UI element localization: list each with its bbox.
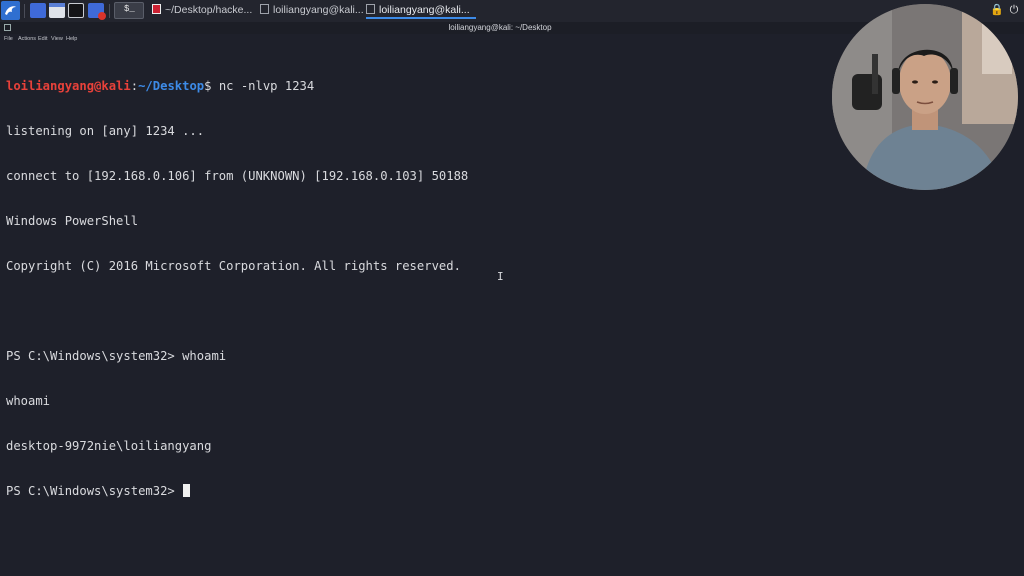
top-taskbar: ~/Desktop/hacke... loiliangyang@kali... …: [0, 0, 1024, 23]
taskbar-separator: [109, 4, 110, 18]
task-label: loiliangyang@kali...: [379, 4, 470, 16]
terminal-launcher-button[interactable]: [114, 2, 144, 19]
taskbar-separator: [24, 4, 25, 18]
power-icon[interactable]: ⏻: [1008, 4, 1020, 16]
webcam-overlay: [832, 4, 1018, 190]
task-terminal-1[interactable]: loiliangyang@kali...: [260, 2, 364, 19]
menu-edit[interactable]: Edit: [38, 34, 47, 44]
menu-file[interactable]: File: [4, 34, 13, 44]
window-icon: [260, 4, 269, 14]
terminal-icon[interactable]: [68, 3, 84, 18]
window-title: loiliangyang@kali: ~/Desktop: [448, 23, 552, 32]
terminal-input-line[interactable]: PS C:\Windows\system32>: [6, 484, 1016, 499]
mouse-ibeam-cursor-icon: I: [497, 270, 504, 283]
powershell-prompt: PS C:\Windows\system32>: [6, 484, 183, 498]
terminal-line: whoami: [6, 394, 51, 408]
terminal-line: desktop-9972nie\loiliangyang: [6, 439, 212, 453]
lock-icon[interactable]: 🔒: [990, 4, 1004, 16]
prompt-separator: :: [130, 79, 139, 93]
workspace-icon[interactable]: [30, 3, 46, 18]
terminal-line: connect to [192.168.0.106] from (UNKNOWN…: [6, 169, 469, 183]
terminal-line: Windows PowerShell: [6, 214, 139, 228]
prompt-command: nc -nlvp 1234: [211, 79, 315, 93]
task-label: loiliangyang@kali...: [273, 4, 364, 16]
menu-actions[interactable]: Actions: [18, 34, 36, 44]
file-manager-icon[interactable]: [49, 3, 65, 18]
document-icon: [152, 4, 161, 14]
window-icon: [366, 4, 375, 14]
terminal-line: PS C:\Windows\system32> whoami: [6, 349, 227, 363]
task-label: ~/Desktop/hacke...: [165, 4, 253, 16]
terminal-line: Copyright (C) 2016 Microsoft Corporation…: [6, 259, 461, 273]
browser-icon[interactable]: [88, 3, 106, 20]
text-cursor: [183, 484, 191, 497]
prompt-path: ~/Desktop: [138, 79, 205, 93]
task-terminal-2-active[interactable]: loiliangyang@kali...: [366, 2, 476, 19]
kali-dragon-icon[interactable]: [1, 1, 20, 20]
task-file-manager[interactable]: ~/Desktop/hacke...: [152, 2, 256, 19]
prompt-user: loiliangyang@kali: [6, 79, 131, 93]
menu-view[interactable]: View: [51, 34, 63, 44]
menu-help[interactable]: Help: [66, 34, 77, 44]
